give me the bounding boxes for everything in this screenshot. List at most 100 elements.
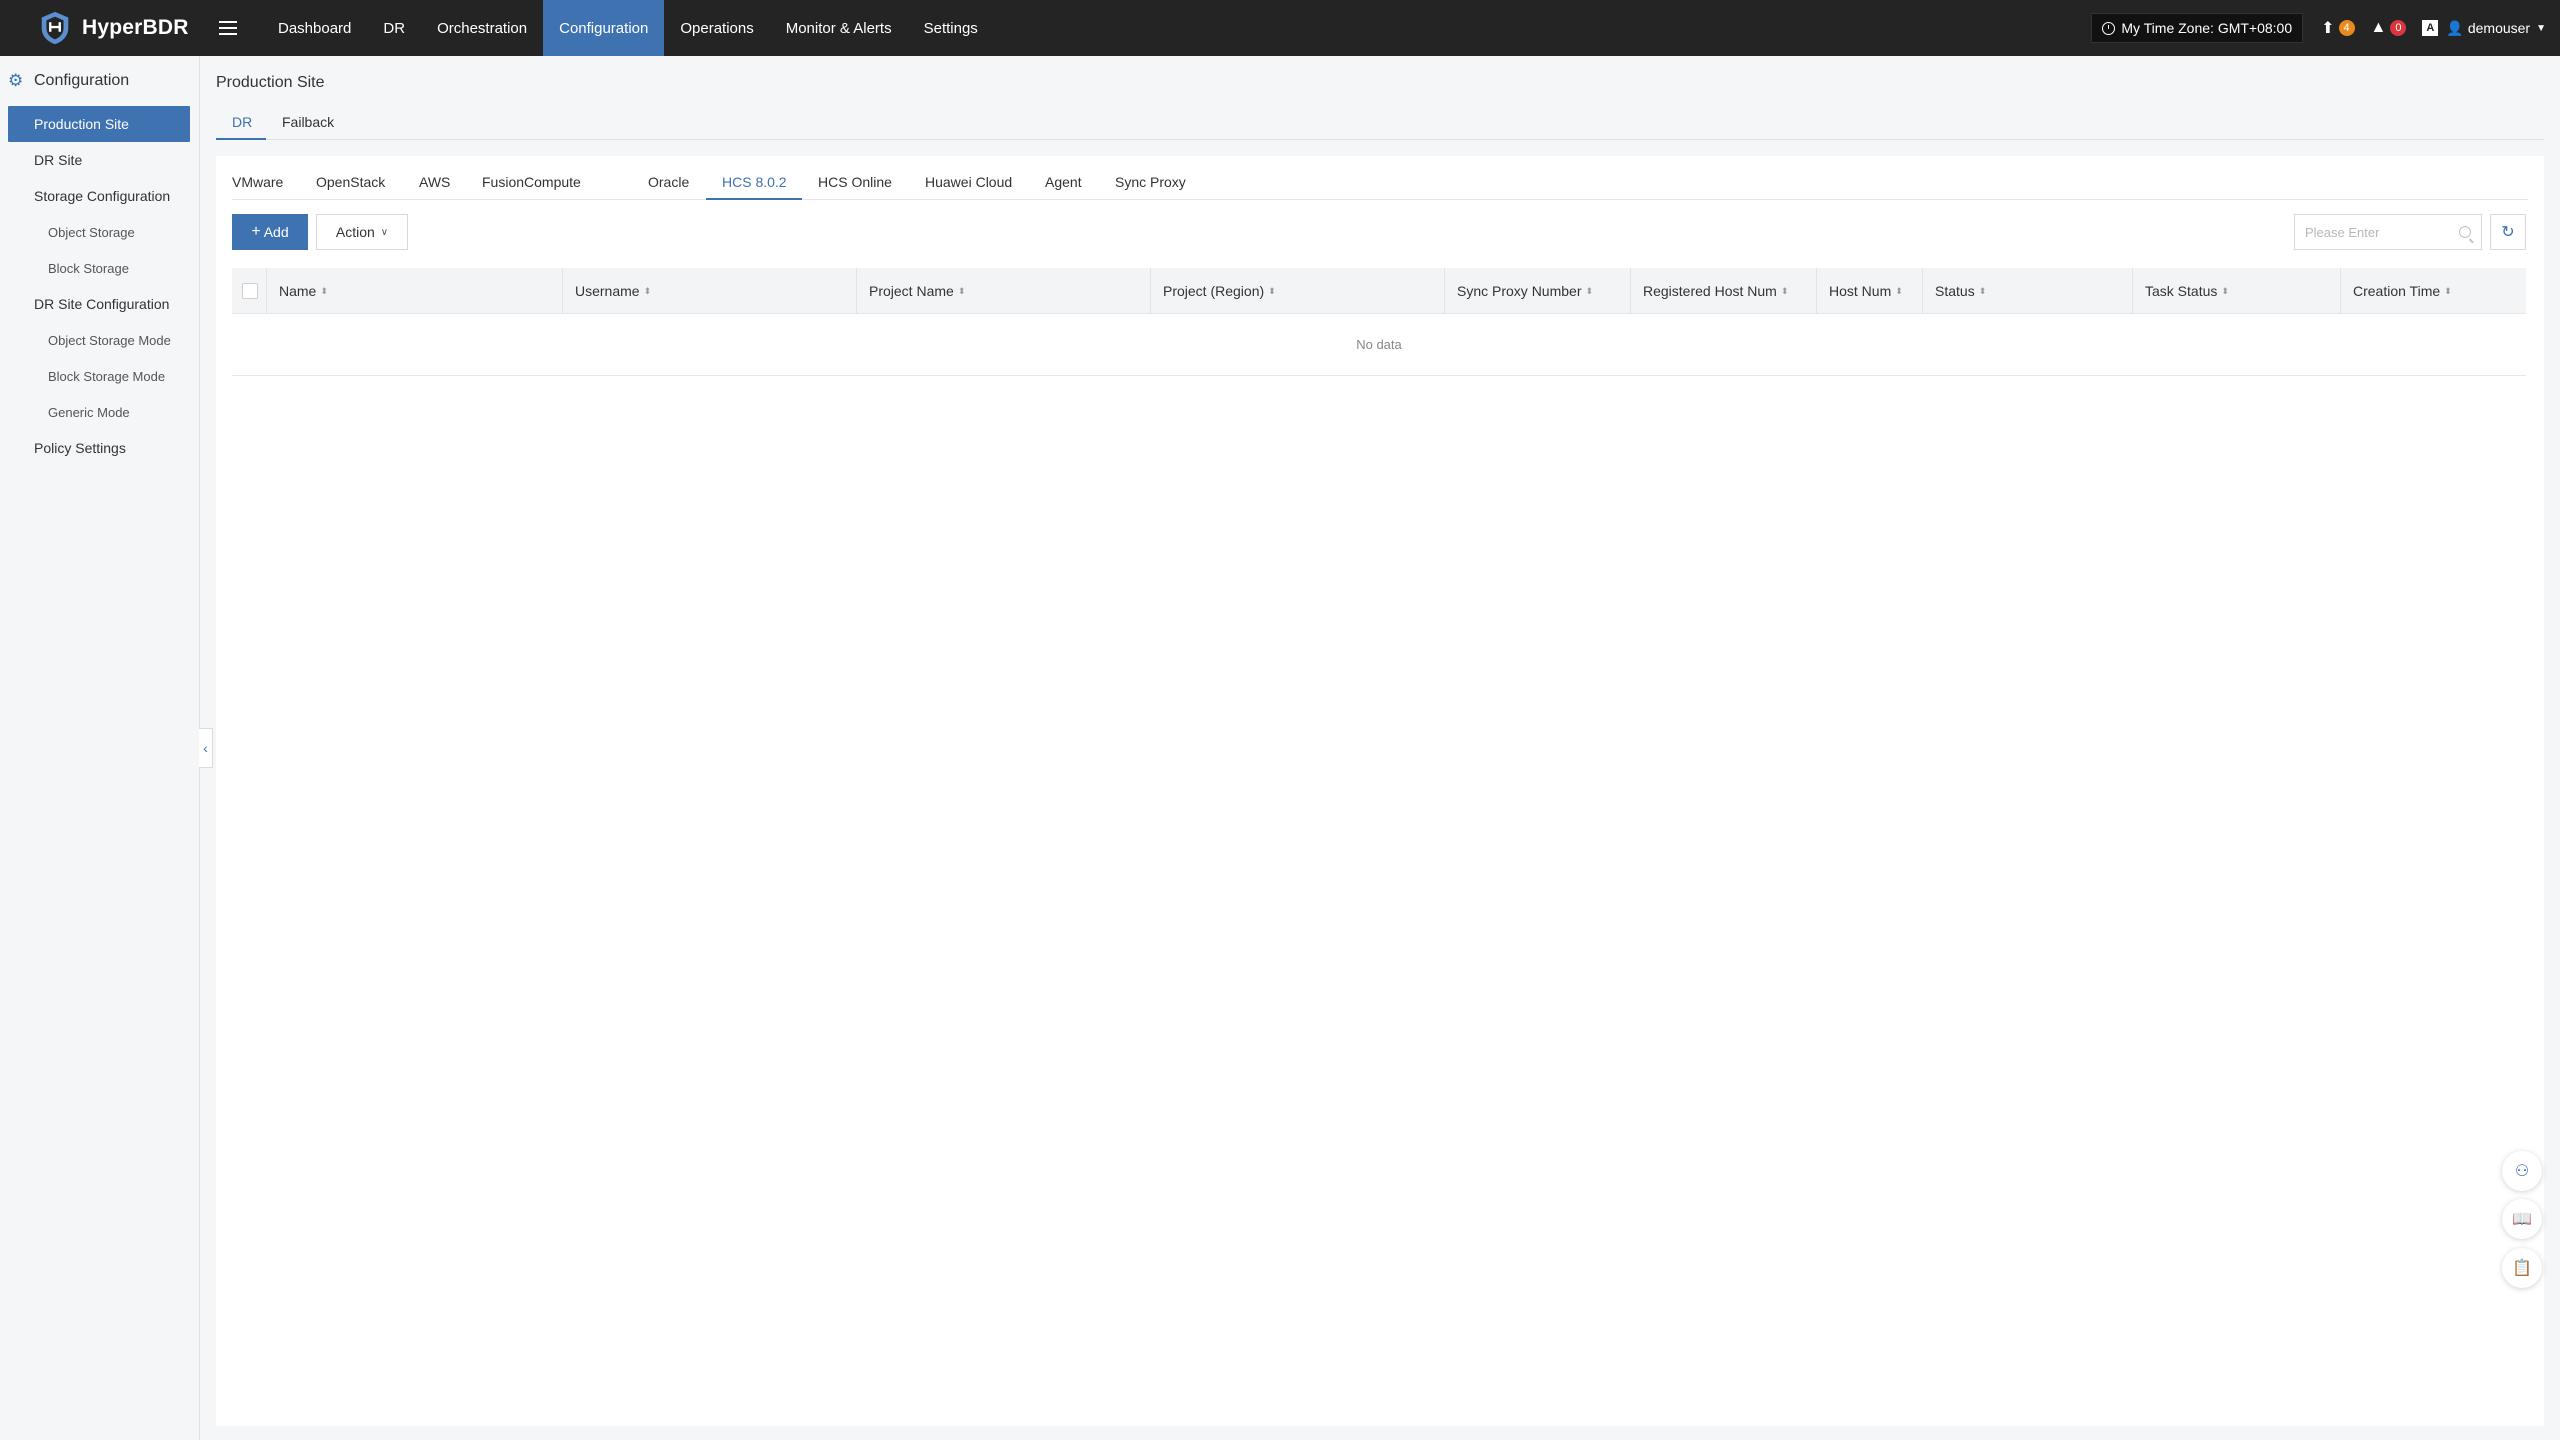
sidebar-item-dr-site-configuration[interactable]: DR Site Configuration: [0, 286, 199, 322]
tab-oracle[interactable]: Oracle: [648, 174, 689, 190]
timezone-display[interactable]: My Time Zone: GMT+08:00: [2091, 13, 2304, 43]
search-icon[interactable]: [2459, 226, 2471, 238]
column-header-name[interactable]: Name ⬍: [279, 268, 328, 314]
upgrade-notifications[interactable]: ⬆ 4: [2321, 18, 2355, 38]
user-icon: 👤: [2446, 19, 2464, 36]
nav-settings[interactable]: Settings: [908, 0, 994, 56]
table-header: Name ⬍ Username ⬍ Project Name ⬍ Project (R…: [232, 268, 2526, 314]
chevron-down-icon: ∨: [380, 226, 389, 238]
column-header-host-num[interactable]: Host Num ⬍: [1829, 268, 1903, 314]
nav-dashboard[interactable]: Dashboard: [262, 0, 367, 56]
sidebar-item-object-storage-mode[interactable]: Object Storage Mode: [0, 322, 199, 358]
nav-dr[interactable]: DR: [367, 0, 421, 56]
sort-icon: ⬍: [957, 285, 966, 296]
column-divider: [2340, 268, 2341, 314]
sidebar-item-production-site[interactable]: Production Site: [8, 106, 190, 142]
nav-monitor-alerts[interactable]: Monitor & Alerts: [770, 0, 908, 56]
sort-icon: ⬍: [1978, 285, 1987, 296]
column-header-project-name[interactable]: Project Name ⬍: [869, 268, 965, 314]
platform-tab-active-indicator: [706, 198, 802, 200]
tab-vmware[interactable]: VMware: [232, 174, 283, 190]
app-logo[interactable]: HyperBDR: [0, 9, 200, 47]
refresh-button[interactable]: ↻: [2490, 214, 2526, 250]
sort-icon: ⬍: [1895, 285, 1903, 296]
sort-icon: ⬍: [643, 285, 652, 296]
sort-icon: ⬍: [1268, 285, 1276, 296]
column-header-username[interactable]: Username ⬍: [575, 268, 651, 314]
user-menu[interactable]: 👤 demouser ▼: [2446, 20, 2546, 37]
nav-operations[interactable]: Operations: [664, 0, 769, 56]
sidebar-title: ⚙ Configuration: [0, 56, 199, 106]
main-content: Production Site DR Failback VMware OpenS…: [200, 56, 2560, 1440]
sort-icon: ⬍: [2444, 285, 2452, 296]
sidebar-item-object-storage[interactable]: Object Storage: [0, 214, 199, 250]
sidebar-item-dr-site[interactable]: DR Site: [0, 142, 199, 178]
tab-hcs-online[interactable]: HCS Online: [818, 174, 892, 190]
sidebar-item-block-storage-mode[interactable]: Block Storage Mode: [0, 358, 199, 394]
sort-icon: ⬍: [2221, 285, 2229, 296]
tab-hcs-802[interactable]: HCS 8.0.2: [722, 174, 787, 190]
sidebar-title-label: Configuration: [34, 72, 130, 89]
content-card: VMware OpenStack AWS FusionCompute Oracl…: [216, 156, 2544, 1426]
column-header-sync-proxy-number[interactable]: Sync Proxy Number ⬍: [1457, 268, 1593, 314]
column-header-creation-time[interactable]: Creation Time ⬍: [2353, 268, 2452, 314]
subtab-active-indicator: [216, 138, 266, 140]
empty-table-row: No data: [232, 314, 2526, 376]
column-header-task-status[interactable]: Task Status ⬍: [2145, 268, 2229, 314]
sidebar-item-generic-mode[interactable]: Generic Mode: [0, 394, 199, 430]
select-all-checkbox[interactable]: [242, 283, 258, 299]
tab-fusioncompute[interactable]: FusionCompute: [482, 174, 581, 190]
alert-count-badge: 0: [2390, 20, 2407, 36]
column-header-project-region[interactable]: Project (Region) ⬍: [1163, 268, 1276, 314]
plus-icon: +: [251, 223, 261, 240]
subtab-failback[interactable]: Failback: [282, 114, 334, 130]
chat-robot-icon: ⚇: [2514, 1163, 2530, 1180]
tab-openstack[interactable]: OpenStack: [316, 174, 385, 190]
top-navbar: HyperBDR Dashboard DR Orchestration Conf…: [0, 0, 2560, 56]
sort-icon: ⬍: [1585, 285, 1594, 296]
alert-notifications[interactable]: ▲ 0: [2371, 19, 2407, 37]
username: demouser: [2467, 20, 2531, 36]
column-header-status[interactable]: Status ⬍: [1935, 268, 1986, 314]
arrow-up-icon: ⬆: [2321, 20, 2335, 37]
brand-name: HyperBDR: [82, 16, 189, 39]
menu-toggle-button[interactable]: [200, 0, 256, 56]
sidebar-item-policy-settings[interactable]: Policy Settings: [0, 430, 199, 466]
tab-sync-proxy[interactable]: Sync Proxy: [1115, 174, 1186, 190]
search-input[interactable]: [2295, 215, 2445, 249]
column-divider: [1630, 268, 1631, 314]
column-divider: [562, 268, 563, 314]
top-right-tools: My Time Zone: GMT+08:00 ⬆ 4 ▲ 0 A 👤 demo…: [2091, 0, 2560, 56]
hamburger-icon: [219, 27, 237, 29]
column-divider: [1816, 268, 1817, 314]
add-button[interactable]: + Add: [232, 214, 308, 250]
action-button-label: Action: [335, 224, 375, 240]
gear-icon: ⚙: [8, 71, 24, 90]
sidebar: ⚙ Configuration Production Site DR Site …: [0, 56, 200, 1440]
tab-agent[interactable]: Agent: [1045, 174, 1082, 190]
column-divider: [1150, 268, 1151, 314]
search-box: [2294, 214, 2482, 250]
nav-orchestration[interactable]: Orchestration: [421, 0, 543, 56]
clock-icon: [2102, 21, 2116, 35]
action-dropdown-button[interactable]: Action ∨: [316, 214, 408, 250]
column-divider: [1922, 268, 1923, 314]
main-nav: Dashboard DR Orchestration Configuration…: [262, 0, 994, 56]
language-icon[interactable]: A: [2422, 20, 2439, 36]
site-subtabs: DR Failback: [216, 56, 2544, 140]
nav-configuration[interactable]: Configuration: [543, 0, 665, 56]
warning-icon: ▲: [2370, 19, 2387, 36]
tab-huawei-cloud[interactable]: Huawei Cloud: [925, 174, 1012, 190]
hcs-table: Name ⬍ Username ⬍ Project Name ⬍ Project (R…: [232, 268, 2526, 376]
docs-float-button[interactable]: 📖: [2502, 1199, 2542, 1239]
sidebar-item-block-storage[interactable]: Block Storage: [0, 250, 199, 286]
column-divider: [266, 268, 267, 314]
sort-icon: ⬍: [1780, 285, 1789, 296]
assistant-float-button[interactable]: ⚇: [2502, 1151, 2542, 1191]
column-header-registered-host-num[interactable]: Registered Host Num ⬍: [1643, 268, 1788, 314]
subtab-dr[interactable]: DR: [232, 114, 252, 130]
clipboard-float-button[interactable]: 📋: [2502, 1248, 2542, 1288]
sort-icon: ⬍: [320, 285, 328, 296]
tab-aws[interactable]: AWS: [419, 174, 450, 190]
sidebar-item-storage-configuration[interactable]: Storage Configuration: [0, 178, 199, 214]
